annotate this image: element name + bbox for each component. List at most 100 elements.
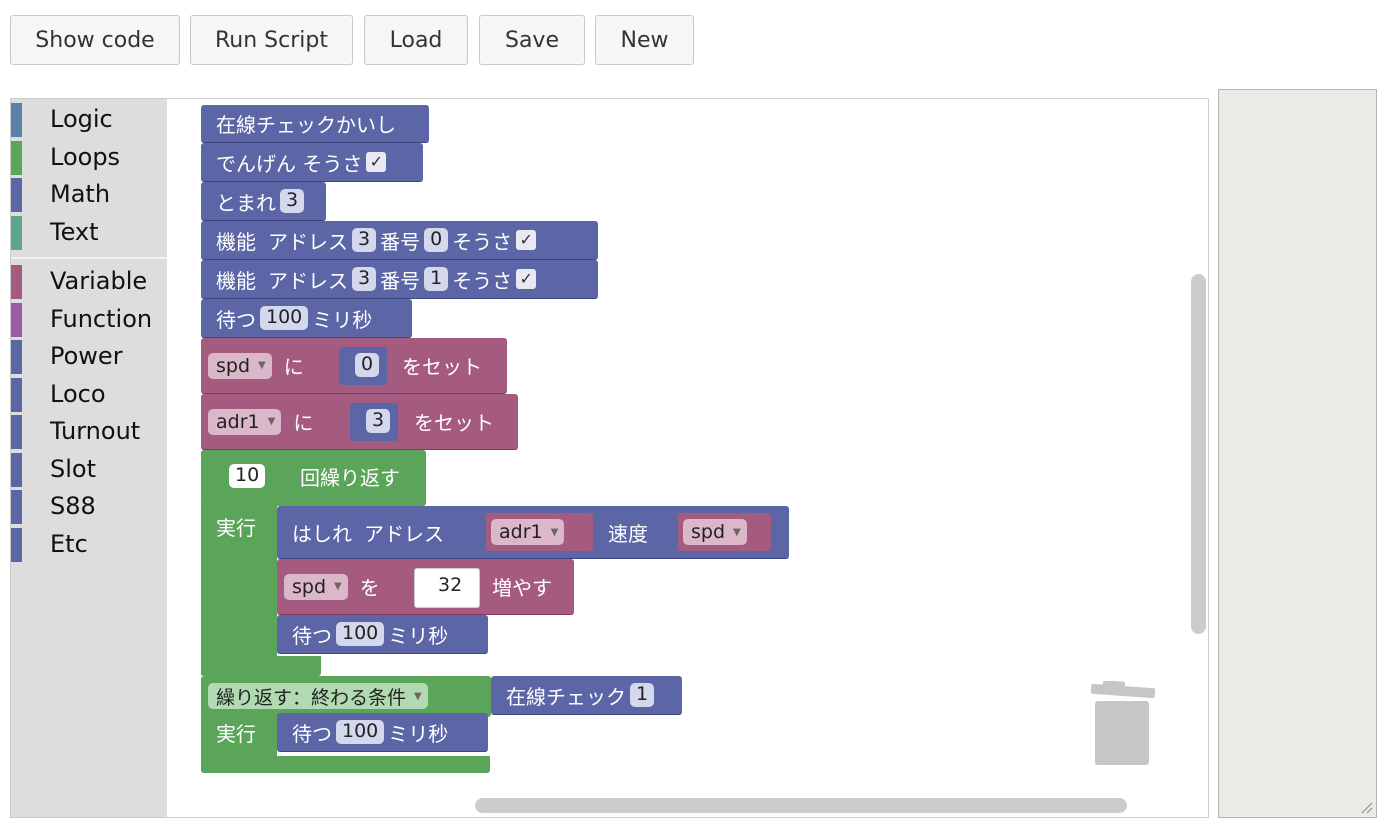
category-color-swatch [11,141,22,175]
check-value-field[interactable]: 1 [630,683,655,707]
variable-dropdown[interactable]: adr1 ▼ [491,519,565,545]
block-wait[interactable]: 待つ 100 ミリ秒 [277,713,488,752]
address-label: アドレス [268,229,348,254]
repeat-mode-dropdown[interactable]: 繰り返す：終わる条件 ▼ [208,683,428,709]
block-increment-variable[interactable]: spd ▼ を 32 増やす [277,559,574,615]
do-label: 実行 [216,516,256,540]
set-label: をセット [402,355,482,379]
category-label: Math [50,180,111,208]
set-label: をセット [414,411,494,435]
toolbox-category-loops[interactable]: Loops [11,141,167,175]
address-label: アドレス [364,521,444,546]
toolbox-category-math[interactable]: Math [11,178,167,212]
block-label: 機能 [216,229,256,254]
horizontal-scrollbar[interactable] [475,798,1127,813]
block-power-control[interactable]: でんげん そうさ ✓ [201,143,423,182]
repeat-bottom [201,656,321,676]
operate-label: そうさ [452,229,513,254]
category-label: Text [50,218,99,246]
category-color-swatch [11,378,22,412]
wait-ms-field[interactable]: 100 [336,622,385,646]
set-value-field[interactable]: 3 [366,409,391,433]
block-set-variable[interactable]: spd ▼ に 0 をセット [201,338,507,394]
address-field[interactable]: 3 [352,267,377,291]
stop-value-field[interactable]: 3 [280,189,305,213]
block-stop[interactable]: とまれ 3 [201,182,326,221]
block-run-loco[interactable]: はしれ アドレス adr1 ▼ 速度 spd ▼ [277,506,789,559]
unit-label: ミリ秒 [388,623,449,648]
variable-dropdown[interactable]: spd ▼ [284,573,348,600]
block-label: とまれ [216,190,276,215]
block-repeat-times[interactable]: 10 回繰り返す [201,450,426,506]
category-color-swatch [11,178,22,212]
blockly-workspace[interactable]: Logic Loops Math Text Variable Function … [10,98,1209,818]
block-function-control[interactable]: 機能 アドレス 3 番号 0 そうさ ✓ [201,221,598,260]
toolbox-category-function[interactable]: Function [11,303,167,337]
address-label: アドレス [268,268,348,293]
block-wait[interactable]: 待つ 100 ミリ秒 [277,615,488,654]
load-button[interactable]: Load [364,15,468,65]
block-occupancy-check[interactable]: 在線チェック 1 [491,676,682,715]
toolbox-separator [11,257,167,259]
function-checkbox[interactable]: ✓ [516,230,537,250]
ni-label: に [283,355,304,379]
variable-name: adr1 [216,410,260,433]
wait-ms-field[interactable]: 100 [260,306,309,330]
toolbox-category-slot[interactable]: Slot [11,453,167,487]
variable-dropdown[interactable]: spd ▼ [683,519,747,545]
block-repeat-until[interactable]: 繰り返す：終わる条件 ▼ [201,676,491,717]
wait-ms-field[interactable]: 100 [336,720,385,744]
run-script-button[interactable]: Run Script [190,15,353,65]
block-wait[interactable]: 待つ 100 ミリ秒 [201,299,412,338]
variable-name: spd [216,354,251,377]
dropdown-arrow-icon: ▼ [258,360,266,371]
function-checkbox[interactable]: ✓ [516,269,537,289]
save-button[interactable]: Save [479,15,585,65]
toolbox-category-text[interactable]: Text [11,216,167,250]
block-label: 機能 [216,268,256,293]
block-occupancy-check-start[interactable]: 在線チェックかいし [201,105,429,143]
category-label: Function [50,305,153,333]
category-color-swatch [11,216,22,250]
repeat-do-arm: 実行 [201,504,277,675]
vertical-scrollbar[interactable] [1191,274,1206,634]
toolbox-category-variable[interactable]: Variable [11,265,167,299]
set-value-field[interactable]: 0 [355,353,380,377]
function-number-field[interactable]: 1 [424,267,449,291]
repeat-mode-label: 繰り返す：終わる条件 [216,686,407,709]
category-label: Loops [50,143,121,171]
toolbox-category-turnout[interactable]: Turnout [11,415,167,449]
block-label: でんげん そうさ [216,151,363,176]
toolbox-category-loco[interactable]: Loco [11,378,167,412]
trash-can-icon[interactable] [1089,681,1159,771]
address-field[interactable]: 3 [352,228,377,252]
toolbox: Logic Loops Math Text Variable Function … [11,99,167,817]
toolbox-category-etc[interactable]: Etc [11,528,167,562]
new-button[interactable]: New [595,15,694,65]
unit-label: ミリ秒 [388,721,449,746]
variable-dropdown[interactable]: spd ▼ [208,352,272,379]
category-color-swatch [11,415,22,449]
code-output-textarea[interactable] [1218,89,1377,818]
increment-value-field[interactable]: 32 [432,574,469,598]
block-label: 在線チェックかいし [216,113,396,137]
variable-dropdown[interactable]: adr1 ▼ [208,408,282,435]
repeat-count-field[interactable]: 10 [229,464,266,488]
show-code-button[interactable]: Show code [10,15,180,65]
speed-label: 速度 [608,522,648,546]
function-number-field[interactable]: 0 [424,228,449,252]
dropdown-arrow-icon: ▼ [733,526,741,538]
category-color-swatch [11,490,22,524]
dropdown-arrow-icon: ▼ [334,581,342,592]
dropdown-arrow-icon: ▼ [414,690,422,702]
repeat-label: 回繰り返す [300,466,400,490]
power-checkbox[interactable]: ✓ [366,152,387,172]
category-color-swatch [11,453,22,487]
toolbox-category-s88[interactable]: S88 [11,490,167,524]
block-set-variable[interactable]: adr1 ▼ に 3 をセット [201,394,518,450]
toolbox-category-logic[interactable]: Logic [11,103,167,137]
block-function-control[interactable]: 機能 アドレス 3 番号 1 そうさ ✓ [201,260,598,299]
resize-handle-icon[interactable] [1361,802,1373,814]
toolbox-category-power[interactable]: Power [11,340,167,374]
category-label: Etc [50,530,88,558]
